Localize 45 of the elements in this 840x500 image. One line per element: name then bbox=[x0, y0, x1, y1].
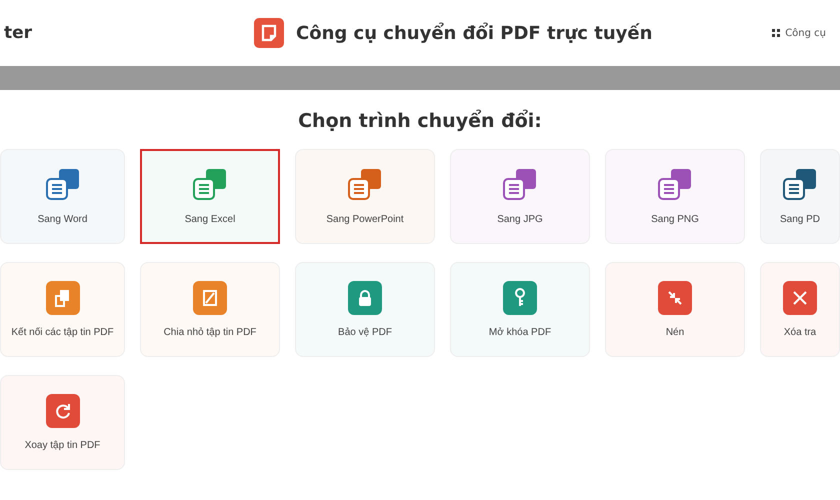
document-convert-icon bbox=[502, 168, 538, 202]
tool-label: Mở khóa PDF bbox=[488, 327, 552, 338]
brand-text: ter bbox=[4, 23, 34, 43]
tool-card[interactable]: Sang JPG bbox=[450, 149, 590, 244]
tool-label: Xóa tra bbox=[784, 327, 816, 338]
tool-label: Kết nối các tập tin PDF bbox=[11, 327, 114, 338]
section-heading: Chọn trình chuyển đổi: bbox=[297, 110, 543, 132]
tool-label: Bảo vệ PDF bbox=[338, 327, 392, 338]
split-icon bbox=[193, 281, 227, 315]
tool-label: Sang PowerPoint bbox=[326, 214, 404, 225]
compress-icon bbox=[658, 281, 692, 315]
tool-card[interactable]: Nén bbox=[605, 262, 745, 357]
tool-card[interactable]: Bảo vệ PDF bbox=[295, 262, 435, 357]
pages-icon bbox=[46, 281, 80, 315]
padlock-icon bbox=[348, 281, 382, 315]
tool-card[interactable]: Sang Excel bbox=[140, 149, 280, 244]
close-icon bbox=[783, 281, 817, 315]
tool-card[interactable]: Sang Word bbox=[0, 149, 125, 244]
tool-card[interactable]: Sang PNG bbox=[605, 149, 745, 244]
document-convert-icon bbox=[782, 168, 818, 202]
tool-card[interactable]: Chia nhỏ tập tin PDF bbox=[140, 262, 280, 357]
tool-label: Sang PNG bbox=[651, 214, 699, 225]
document-convert-icon bbox=[657, 168, 693, 202]
tool-card[interactable]: Xoay tập tin PDF bbox=[0, 375, 125, 470]
rotate-icon bbox=[46, 394, 80, 428]
tool-card[interactable]: Sang PowerPoint bbox=[295, 149, 435, 244]
tool-card[interactable]: Sang PD bbox=[760, 149, 840, 244]
tool-label: Xoay tập tin PDF bbox=[24, 440, 100, 451]
tool-card[interactable]: Mở khóa PDF bbox=[450, 262, 590, 357]
page-title: Công cụ chuyển đổi PDF trực tuyến bbox=[296, 22, 652, 44]
tool-label: Sang Word bbox=[38, 214, 88, 225]
tools-menu-button[interactable]: Công cụ bbox=[772, 28, 826, 38]
key-icon bbox=[503, 281, 537, 315]
tool-card[interactable]: Kết nối các tập tin PDF bbox=[0, 262, 125, 357]
tool-label: Sang PD bbox=[780, 214, 820, 225]
tool-label: Chia nhỏ tập tin PDF bbox=[164, 327, 256, 338]
tool-label: Nén bbox=[666, 327, 684, 338]
tool-label: Sang Excel bbox=[184, 214, 236, 225]
document-convert-icon bbox=[347, 168, 383, 202]
document-convert-icon bbox=[44, 168, 80, 202]
logo-icon bbox=[254, 18, 284, 48]
tool-card[interactable]: Xóa tra bbox=[760, 262, 840, 357]
document-convert-icon bbox=[192, 168, 228, 202]
tool-label: Sang JPG bbox=[497, 214, 543, 225]
grid-icon bbox=[772, 29, 780, 37]
